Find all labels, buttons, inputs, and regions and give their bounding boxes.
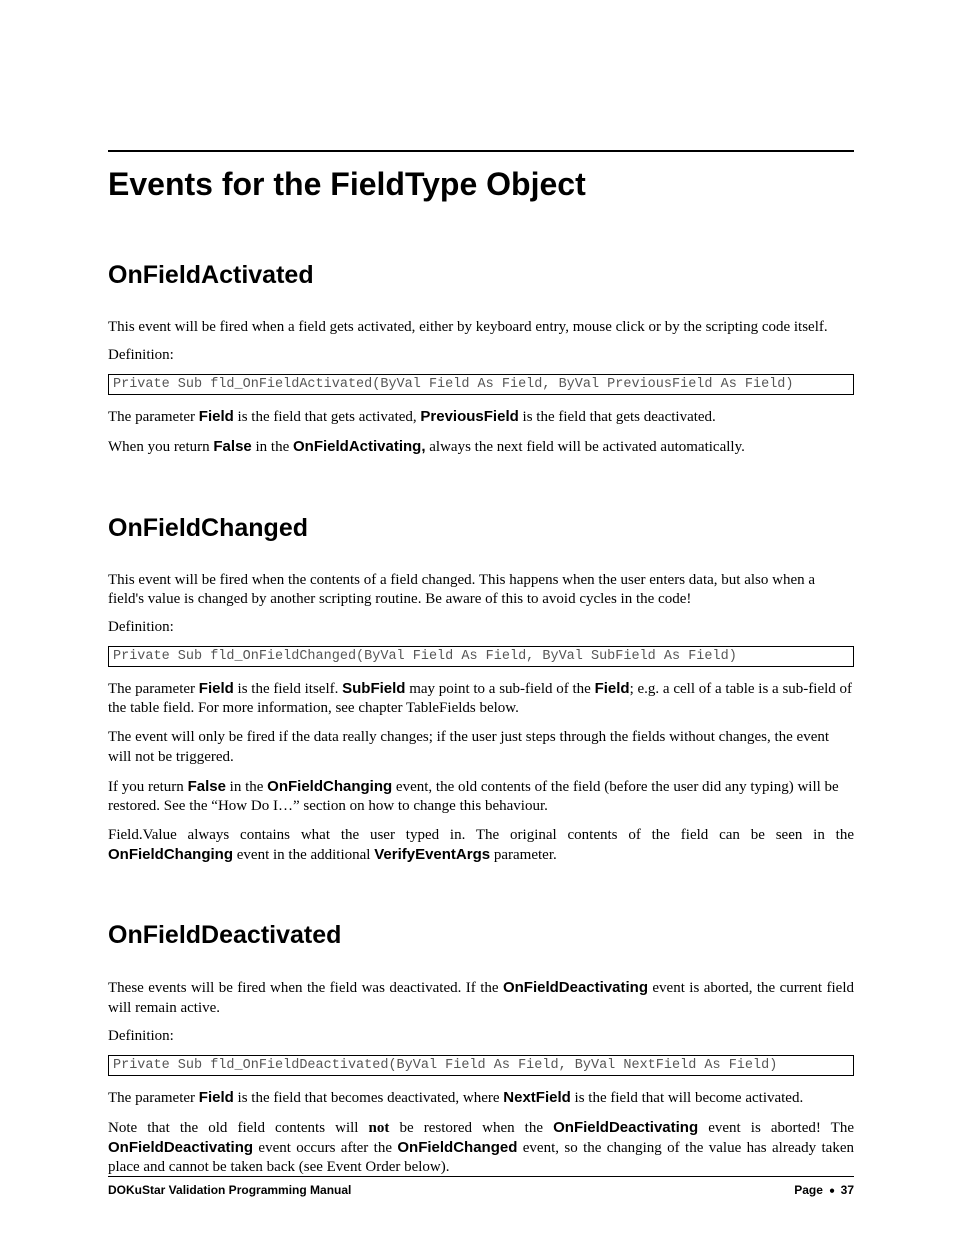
text: If you return xyxy=(108,779,188,795)
text: The parameter xyxy=(108,681,199,697)
term-onfielddeactivating: OnFieldDeactivating xyxy=(108,1139,253,1156)
footer-page-number: 37 xyxy=(841,1183,854,1197)
term-false: False xyxy=(188,778,226,795)
text: is the field that will become activated. xyxy=(571,1090,803,1106)
footer-page-label: Page xyxy=(794,1183,823,1197)
term-field: Field xyxy=(595,680,630,697)
term-field: Field xyxy=(199,680,234,697)
term-field: Field xyxy=(199,408,234,425)
section-heading-onfielddeactivated: OnFieldDeactivated xyxy=(108,921,854,950)
s1-code-definition: Private Sub fld_OnFieldActivated(ByVal F… xyxy=(108,374,854,395)
text: The parameter xyxy=(108,1090,199,1106)
page: Events for the FieldType Object OnFieldA… xyxy=(0,0,954,1235)
s2-code-definition: Private Sub fld_OnFieldChanged(ByVal Fie… xyxy=(108,646,854,667)
s1-definition-label: Definition: xyxy=(108,347,854,364)
text: is the field that gets activated, xyxy=(234,409,421,425)
text: is the field that becomes deactivated, w… xyxy=(234,1090,503,1106)
term-onfielddeactivating: OnFieldDeactivating xyxy=(553,1119,698,1136)
term-field: Field xyxy=(199,1089,234,1106)
text: The parameter xyxy=(108,409,199,425)
footer-left: DOKuStar Validation Programming Manual xyxy=(108,1183,351,1197)
page-footer: DOKuStar Validation Programming Manual P… xyxy=(108,1176,854,1197)
s3-definition-label: Definition: xyxy=(108,1028,854,1045)
text: is the field that gets deactivated. xyxy=(519,409,716,425)
text: may point to a sub-field of the xyxy=(405,681,594,697)
footer-rule xyxy=(108,1176,854,1177)
s2-p2: The parameter Field is the field itself.… xyxy=(108,679,854,718)
bullet-icon: ● xyxy=(826,1185,840,1196)
s1-p1: This event will be fired when a field ge… xyxy=(108,318,854,337)
section-heading-onfieldchanged: OnFieldChanged xyxy=(108,514,854,543)
s2-p1: This event will be fired when the conten… xyxy=(108,571,854,609)
term-not: not xyxy=(369,1120,390,1136)
s1-p2: The parameter Field is the field that ge… xyxy=(108,407,854,427)
title-rule xyxy=(108,150,854,152)
s2-p4: If you return False in the OnFieldChangi… xyxy=(108,777,854,816)
text: event in the additional xyxy=(233,847,374,863)
text: be restored when the xyxy=(389,1120,553,1136)
text: Field.Value always contains what the use… xyxy=(108,827,854,843)
term-previousfield: PreviousField xyxy=(420,408,518,425)
page-title: Events for the FieldType Object xyxy=(108,166,854,203)
term-onfieldchanging: OnFieldChanging xyxy=(108,846,233,863)
term-onfielddeactivating: OnFieldDeactivating xyxy=(503,979,648,996)
term-subfield: SubField xyxy=(342,680,405,697)
term-onfieldactivating: OnFieldActivating, xyxy=(293,438,426,455)
text: always the next field will be activated … xyxy=(426,439,745,455)
text: When you return xyxy=(108,439,213,455)
s3-p2: The parameter Field is the field that be… xyxy=(108,1088,854,1108)
s2-p3: The event will only be fired if the data… xyxy=(108,728,854,766)
term-onfieldchanging: OnFieldChanging xyxy=(267,778,392,795)
s3-p3: Note that the old field contents will no… xyxy=(108,1118,854,1178)
term-verifyeventargs: VerifyEventArgs xyxy=(374,846,490,863)
s3-p1: These events will be fired when the fiel… xyxy=(108,978,854,1017)
term-nextfield: NextField xyxy=(503,1089,571,1106)
text: in the xyxy=(252,439,293,455)
text: event occurs after the xyxy=(253,1140,397,1156)
text: is the field itself. xyxy=(234,681,342,697)
text: in the xyxy=(226,779,267,795)
s2-p5: Field.Value always contains what the use… xyxy=(108,826,854,865)
section-heading-onfieldactivated: OnFieldActivated xyxy=(108,261,854,290)
footer-row: DOKuStar Validation Programming Manual P… xyxy=(108,1183,854,1197)
text: These events will be fired when the fiel… xyxy=(108,980,503,996)
term-onfieldchanged: OnFieldChanged xyxy=(397,1139,517,1156)
footer-right: Page ● 37 xyxy=(794,1183,854,1197)
text: Note that the old field contents will xyxy=(108,1120,369,1136)
s3-code-definition: Private Sub fld_OnFieldDeactivated(ByVal… xyxy=(108,1055,854,1076)
s1-p3: When you return False in the OnFieldActi… xyxy=(108,437,854,457)
text: parameter. xyxy=(490,847,557,863)
s2-definition-label: Definition: xyxy=(108,619,854,636)
text: event is aborted! The xyxy=(698,1120,854,1136)
term-false: False xyxy=(213,438,251,455)
